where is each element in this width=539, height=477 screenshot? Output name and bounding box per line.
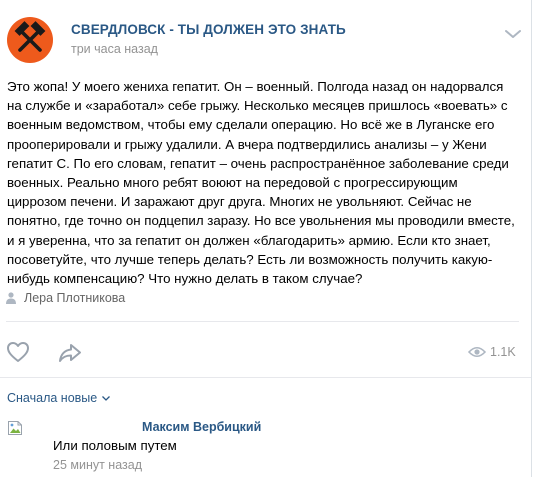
post-text-line: нибудь компенсацию? Что нужно делать в т… [7, 271, 363, 287]
post-text-line: прооперировали и грыжу удалили. А вчера … [7, 136, 487, 152]
person-icon [6, 292, 16, 304]
post-text-line: гепатит С. По его словам, гепатит – очен… [7, 155, 509, 171]
divider [6, 321, 519, 322]
like-button-heart-icon[interactable] [6, 341, 30, 363]
group-avatar-crossed-hammers-icon[interactable] [7, 17, 53, 63]
post-text-line: военным ведомством, чтобы ему сделали оп… [7, 117, 495, 133]
signer-name: Лера Плотникова [24, 291, 126, 305]
post-text-line: и я уверенна, что за гепатит он должен «… [7, 232, 491, 248]
comments-sort-dropdown[interactable]: Сначала новые [7, 391, 111, 405]
views-count: 1.1K [490, 345, 516, 359]
post-text-line: понятно, где точно он подцепил заразу. Н… [7, 213, 515, 229]
post-menu-chevron-down-icon[interactable] [503, 29, 523, 39]
post-text: Это жопа! У моего жениха гепатит. Он – в… [7, 77, 522, 288]
comment-author-link[interactable]: Максим Вербицкий [142, 420, 261, 434]
post-time[interactable]: три часа назад [71, 42, 158, 56]
wall-post: СВЕРДЛОВСК - ТЫ ДОЛЖЕН ЭТО ЗНАТЬ три час… [0, 0, 532, 477]
post-text-line: военных. Реально много ребят воюют на пе… [7, 175, 458, 191]
post-text-line: посоветуйте, что лучше теперь делать? Ес… [7, 251, 493, 267]
comment-time[interactable]: 25 минут назад [53, 458, 142, 472]
eye-icon [468, 346, 486, 358]
post-text-line: на службе и «заработал» себе грыжу. Неск… [7, 98, 508, 114]
divider [0, 377, 531, 378]
views-counter: 1.1K [468, 345, 516, 359]
share-button-share-arrow-icon[interactable] [58, 343, 82, 363]
post-text-line: циррозом печени. И заражают друг друга. … [7, 194, 472, 210]
post-signer[interactable]: Лера Плотникова [6, 291, 125, 305]
chevron-down-icon [102, 395, 111, 401]
group-name-link[interactable]: СВЕРДЛОВСК - ТЫ ДОЛЖЕН ЭТО ЗНАТЬ [71, 22, 346, 37]
comment-text: Или половым путем [53, 438, 177, 453]
post-text-line: Это жопа! У моего жениха гепатит. Он – в… [7, 79, 504, 94]
comment-avatar-broken-image-icon[interactable] [7, 420, 23, 436]
sort-label: Сначала новые [7, 391, 98, 405]
